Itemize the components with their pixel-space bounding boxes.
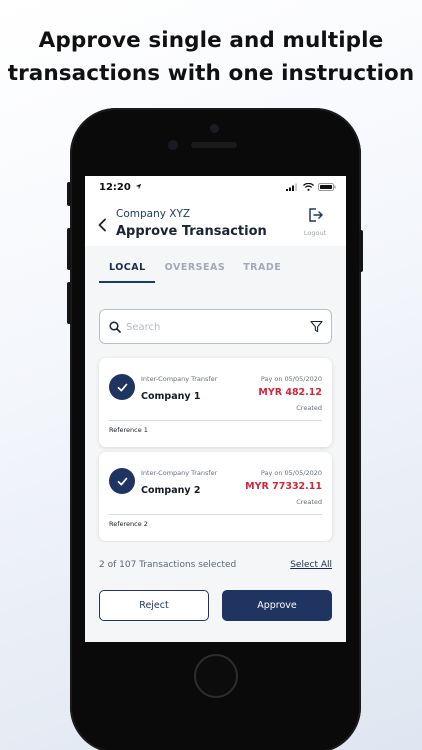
transaction-status: Created [296,404,322,412]
tab-trade[interactable]: TRADE [243,258,281,283]
transaction-type: Inter-Company Transfer [141,375,218,383]
transaction-card-2[interactable]: Inter-Company Transfer Company 2 Pay on … [99,452,332,541]
phone-power-button [359,230,363,272]
transaction-reference: Reference 1 [109,426,148,434]
selection-summary: 2 of 107 Transactions selected Select Al… [99,560,332,574]
card-divider [109,514,322,515]
logout-icon [309,208,323,222]
tab-local[interactable]: LOCAL [99,258,155,283]
transaction-card-1[interactable]: Inter-Company Transfer Company 1 Pay on … [99,358,332,447]
transaction-pay-date: Pay on 05/05/2020 [260,375,322,383]
card-divider [109,420,322,421]
page-title: Approve Transaction [116,224,267,239]
transaction-status: Created [296,498,322,506]
phone-camera [210,124,219,133]
back-chevron-icon[interactable] [97,218,107,232]
selected-count: 2 of 107 Transactions selected [99,560,237,570]
phone-volume-down [67,282,71,324]
transaction-company: Company 2 [141,485,201,496]
search-input[interactable] [126,319,296,335]
checkmark-icon [117,477,127,485]
logout-button[interactable]: Logout [300,207,330,237]
transaction-tabs: LOCAL OVERSEAS TRADE [99,258,299,283]
phone-speaker [191,142,237,148]
location-arrow-icon [136,183,142,190]
logout-label: Logout [303,229,327,237]
approve-button[interactable]: Approve [222,590,332,621]
phone-sensor [168,140,178,150]
selected-check-icon[interactable] [109,374,135,400]
phone-home-button[interactable] [194,654,238,698]
status-time: 12:20 [99,182,142,193]
reject-button[interactable]: Reject [99,590,209,621]
search-box [99,309,332,344]
cellular-signal-icon [286,183,297,191]
selected-check-icon[interactable] [109,468,135,494]
filter-icon[interactable] [310,320,323,333]
app-screen: 12:20 Company XYZ Approve Transaction Lo… [85,176,346,642]
transaction-reference: Reference 2 [109,520,148,528]
transaction-company: Company 1 [141,391,201,402]
marketing-headline: Approve single and multiple transactions… [0,24,422,90]
app-header: Company XYZ Approve Transaction Logout [85,200,346,246]
transaction-amount: MYR 77332.11 [245,481,322,492]
wifi-icon [303,183,314,191]
status-icons [286,183,336,191]
list-fade [85,542,346,548]
battery-icon [318,183,336,191]
status-bar: 12:20 [85,176,346,200]
select-all-link[interactable]: Select All [290,560,332,570]
transaction-amount: MYR 482.12 [258,387,322,398]
phone-volume-up [67,228,71,270]
headline-line-1: Approve single and multiple [38,28,384,53]
tab-overseas[interactable]: OVERSEAS [165,258,226,283]
search-icon [109,321,121,333]
company-name: Company XYZ [116,208,191,220]
transaction-pay-date: Pay on 05/05/2020 [260,469,322,477]
transaction-type: Inter-Company Transfer [141,469,218,477]
phone-silent-switch [67,182,71,206]
headline-line-2: transactions with one instruction [7,61,415,86]
checkmark-icon [117,383,127,391]
